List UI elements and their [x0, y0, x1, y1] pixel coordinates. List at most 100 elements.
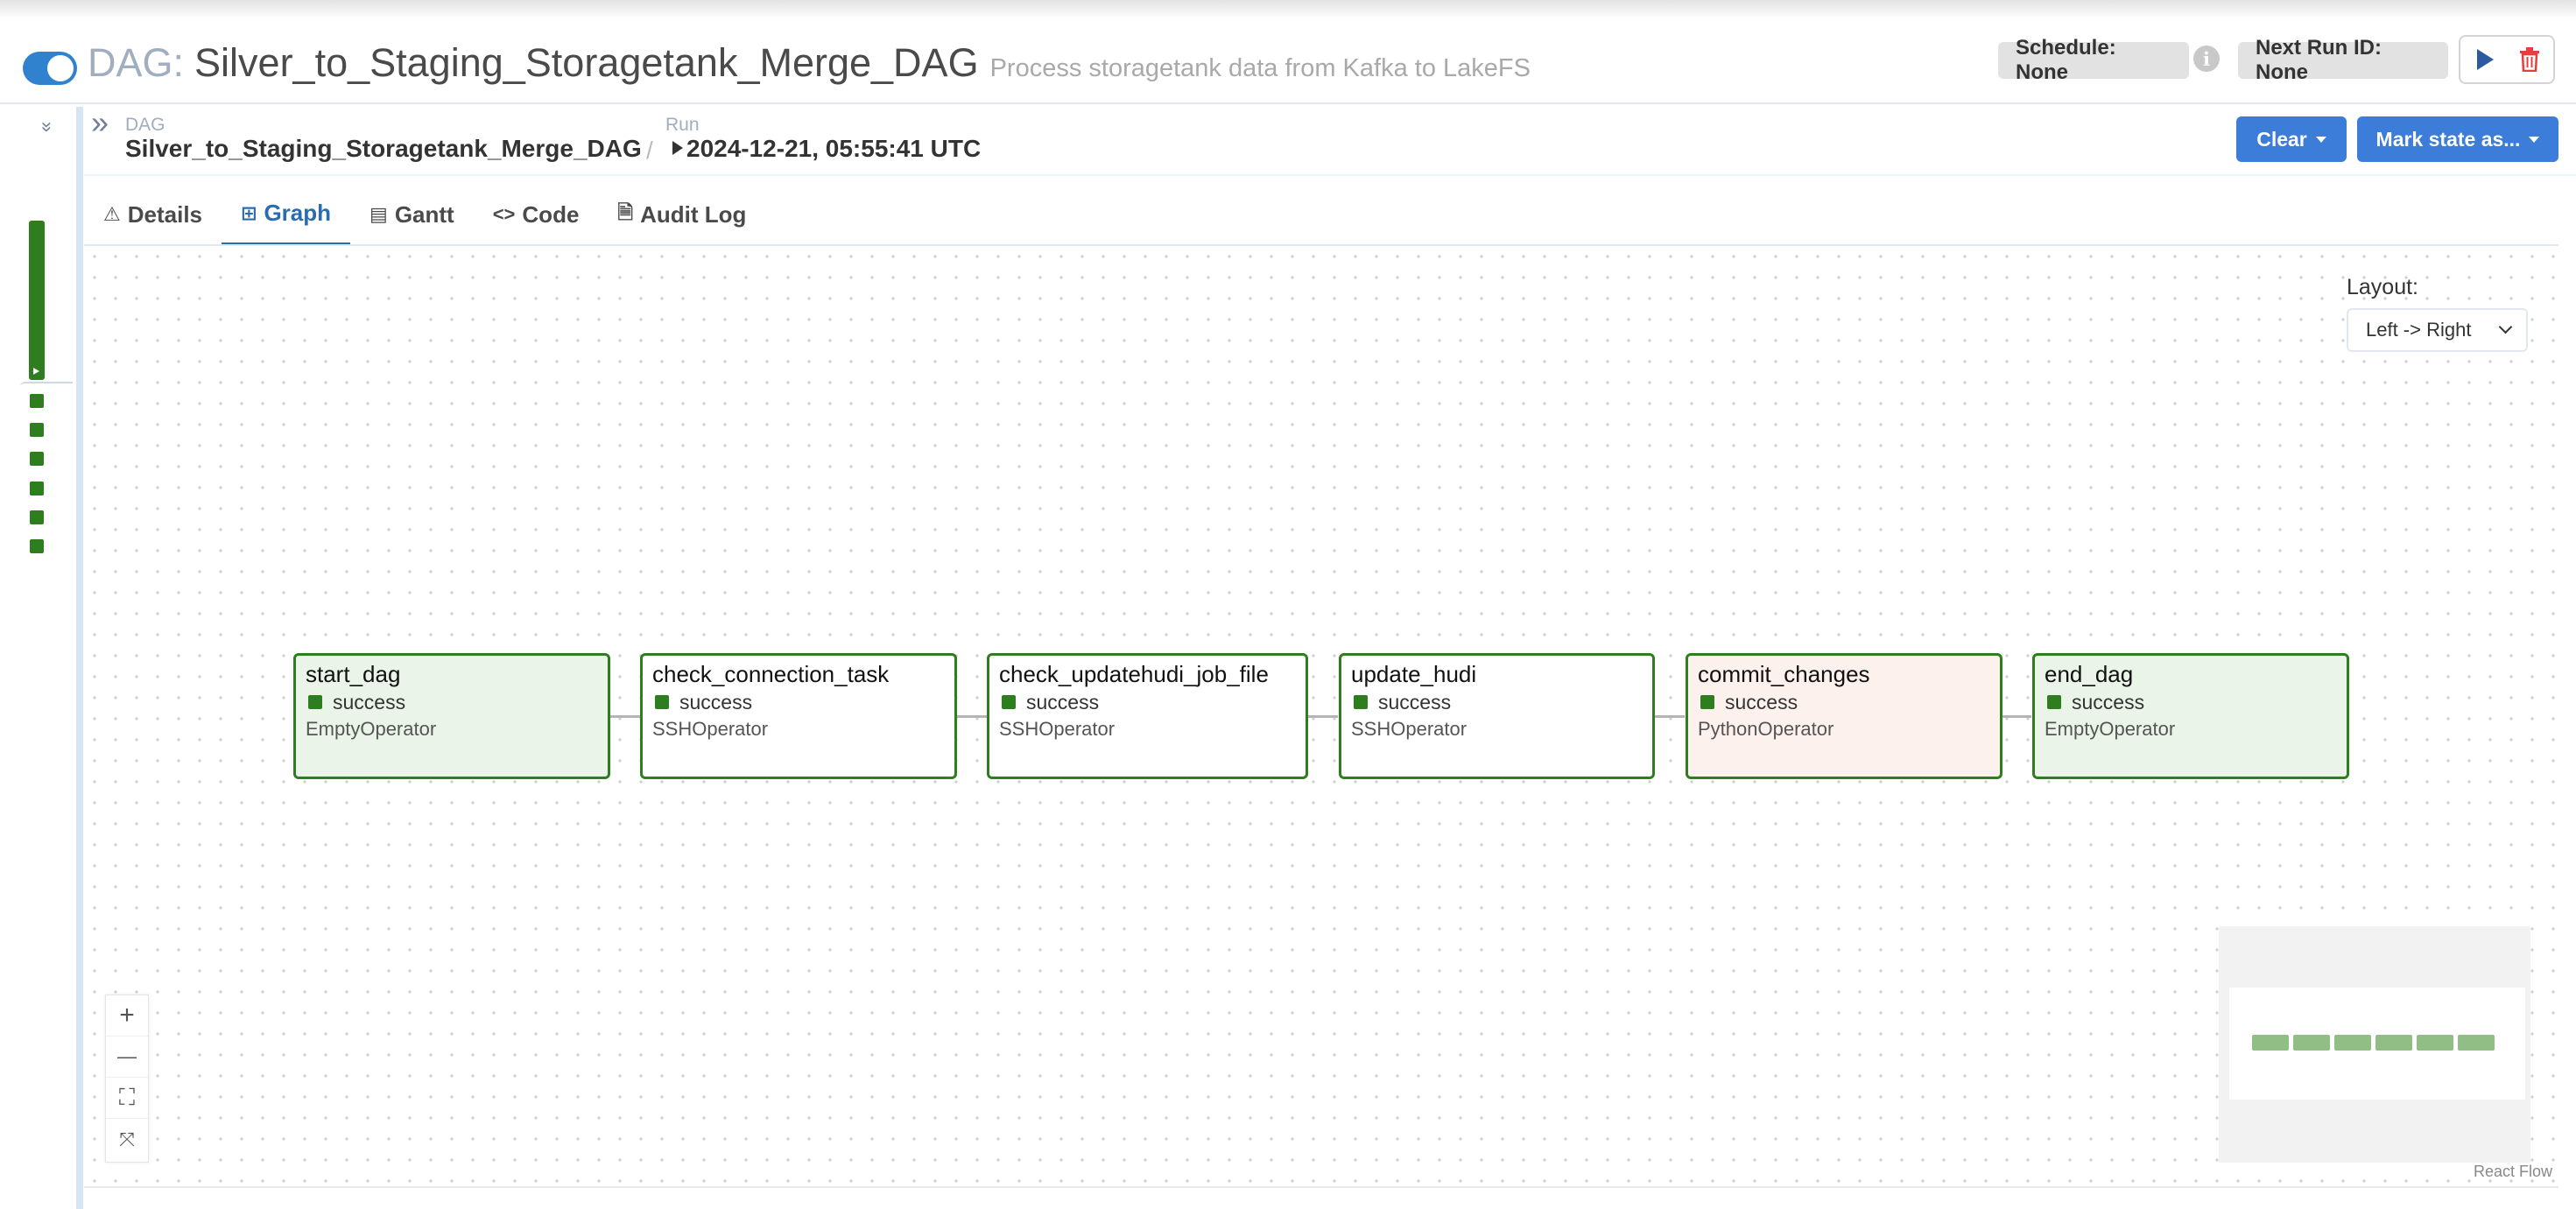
- next-run-badge: Next Run ID: None: [2238, 36, 2448, 84]
- task-instance-square[interactable]: [30, 423, 44, 437]
- tab-label: Details: [127, 200, 202, 228]
- task-name: start_dag: [306, 661, 401, 687]
- graph-edge: [610, 715, 642, 718]
- tab-gantt[interactable]: ▤ Gantt: [350, 184, 474, 245]
- grid-collapse-button[interactable]: »: [35, 112, 60, 142]
- layout-label: Layout:: [2347, 275, 2419, 299]
- breadcrumb-run-link[interactable]: 2024-12-21, 05:55:41 UTC: [672, 135, 981, 163]
- task-operator: PythonOperator: [1698, 718, 1834, 740]
- chevron-double-down-icon: »: [37, 121, 59, 133]
- tab-label: Graph: [264, 200, 332, 226]
- tab-graph[interactable]: ⊞ Graph: [222, 184, 351, 245]
- breadcrumb-dag-link[interactable]: Silver_to_Staging_Storagetank_Merge_DAG: [125, 135, 642, 163]
- gantt-icon: ▤: [370, 203, 388, 225]
- task-operator: SSHOperator: [1351, 718, 1467, 740]
- grid-resize-divider[interactable]: [76, 107, 83, 1209]
- state-square-icon: [1002, 695, 1016, 709]
- tab-code[interactable]: <> Code: [474, 184, 599, 245]
- dag-pause-toggle[interactable]: [23, 52, 77, 85]
- task-name: check_updatehudi_job_file: [999, 661, 1269, 687]
- breadcrumb-run-label: Run: [665, 115, 700, 135]
- toggle-interactivity-button[interactable]: ⤧: [106, 1119, 148, 1160]
- task-state: success: [1351, 689, 1643, 715]
- task-instance-square[interactable]: [30, 452, 44, 466]
- task-name: update_hudi: [1351, 661, 1477, 687]
- task-instance-square[interactable]: [30, 510, 44, 524]
- breadcrumb-separator: /: [646, 137, 653, 164]
- state-square-icon: [308, 695, 322, 709]
- task-state: success: [306, 689, 598, 715]
- task-operator: SSHOperator: [999, 718, 1116, 740]
- graph-controls: + — ⛶ ⤧: [105, 995, 149, 1163]
- task-node-check-updatehudi-job-file[interactable]: check_updatehudi_job_file success SSHOpe…: [987, 653, 1308, 779]
- state-square-icon: [1700, 695, 1714, 709]
- task-node-start-dag[interactable]: start_dag success EmptyOperator: [293, 653, 610, 779]
- task-state-label: success: [1725, 691, 1798, 713]
- task-node-end-dag[interactable]: end_dag success EmptyOperator: [2032, 653, 2349, 779]
- dag-prefix: DAG:: [88, 40, 185, 85]
- task-instance-square[interactable]: [30, 481, 44, 496]
- warning-icon: ⚠: [103, 203, 121, 225]
- react-flow-attribution[interactable]: React Flow: [2474, 1163, 2552, 1181]
- mark-state-button[interactable]: Mark state as...: [2357, 116, 2558, 162]
- document-icon: 🗎: [617, 201, 634, 223]
- graph-edge: [1653, 715, 1685, 718]
- trigger-dag-button[interactable]: [2459, 35, 2508, 84]
- minimap-node: [2252, 1035, 2289, 1051]
- dag-description: Process storagetank data from Kafka to L…: [989, 54, 1531, 82]
- run-id: 2024-12-21, 05:55:41 UTC: [686, 135, 982, 162]
- task-state-label: success: [679, 691, 753, 713]
- task-name: end_dag: [2045, 661, 2134, 687]
- delete-dag-button[interactable]: [2506, 35, 2555, 84]
- top-shadow: [0, 0, 2576, 19]
- tab-details[interactable]: ⚠ Details: [84, 184, 222, 245]
- code-icon: <>: [492, 203, 516, 225]
- task-state-label: success: [2072, 691, 2145, 713]
- zoom-out-button[interactable]: —: [106, 1037, 148, 1078]
- dag-header: DAG: Silver_to_Staging_Storagetank_Merge…: [0, 35, 2576, 103]
- task-operator: SSHOperator: [652, 718, 769, 740]
- graph-icon: ⊞: [241, 201, 257, 224]
- schedule-badge: Schedule: None: [1998, 36, 2189, 84]
- info-icon[interactable]: i: [2193, 46, 2220, 72]
- run-marker-icon: [33, 368, 39, 375]
- task-node-check-connection-task[interactable]: check_connection_task success SSHOperato…: [640, 653, 957, 779]
- clear-button[interactable]: Clear: [2236, 116, 2347, 162]
- graph-edge: [2000, 715, 2031, 718]
- layout-select[interactable]: Left -> Right: [2347, 308, 2528, 352]
- header-divider: [0, 102, 2576, 104]
- minimap-node: [2375, 1035, 2412, 1051]
- dag-run-bar[interactable]: [29, 221, 45, 380]
- graph-edge: [1306, 715, 1338, 718]
- task-operator: EmptyOperator: [306, 718, 437, 740]
- task-state: success: [2045, 689, 2337, 715]
- clear-label: Clear: [2256, 127, 2307, 151]
- fit-view-button[interactable]: ⛶: [106, 1078, 148, 1119]
- expand-grid-button[interactable]: »: [91, 105, 117, 140]
- task-name: check_connection_task: [652, 661, 890, 687]
- zoom-in-button[interactable]: +: [106, 995, 148, 1037]
- breadcrumb-divider: [84, 174, 2576, 176]
- run-selection-bracket: [20, 382, 73, 390]
- tab-audit-log[interactable]: 🗎 Audit Log: [598, 184, 765, 245]
- task-name: commit_changes: [1698, 661, 1870, 687]
- tab-label: Gantt: [394, 200, 454, 228]
- task-instance-square[interactable]: [30, 539, 44, 553]
- graph-edge: [957, 715, 989, 718]
- minimap-node: [2417, 1035, 2453, 1051]
- task-state: success: [1698, 689, 1990, 715]
- caret-down-icon: [2529, 136, 2540, 143]
- tab-label: Code: [522, 200, 580, 228]
- minimap[interactable]: [2219, 926, 2530, 1163]
- task-node-update-hudi[interactable]: update_hudi success SSHOperator: [1339, 653, 1655, 779]
- run-caret-icon: [672, 141, 683, 155]
- chevron-down-icon: [2498, 320, 2513, 334]
- minimap-node: [2458, 1035, 2495, 1051]
- trash-icon: [2520, 47, 2539, 72]
- breadcrumb-dag-label: DAG: [125, 115, 165, 135]
- dag-id: Silver_to_Staging_Storagetank_Merge_DAG: [194, 40, 979, 85]
- task-instance-square[interactable]: [30, 394, 44, 408]
- task-node-commit-changes[interactable]: commit_changes success PythonOperator: [1686, 653, 2002, 779]
- task-state: success: [999, 689, 1296, 715]
- toggle-knob: [47, 55, 74, 81]
